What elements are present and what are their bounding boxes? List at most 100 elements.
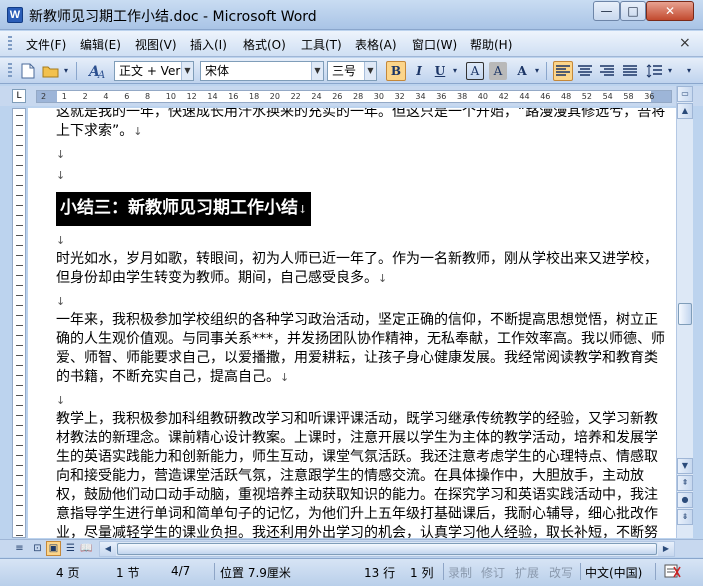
empty-paragraph[interactable]: ↓ [56, 292, 670, 311]
ruler-number: 36 [436, 92, 447, 101]
status-language[interactable]: 中文(中国) [585, 564, 642, 581]
tab-selector-icon[interactable]: L [12, 89, 26, 103]
menu-grip[interactable] [8, 36, 12, 52]
menu-table[interactable]: 表格(A) [355, 36, 397, 53]
chevron-down-icon[interactable]: ▼ [311, 62, 323, 80]
status-position[interactable]: 位置 7.9厘米 [220, 564, 291, 581]
empty-paragraph[interactable]: ↓ [56, 166, 670, 185]
paragraph-top[interactable]: 这就是我的一年，快速成长用汗水换来的充实的一年。但这只是一个开始，“路漫漫其修远… [56, 108, 670, 141]
chevron-down-icon[interactable]: ▼ [364, 62, 376, 80]
menu-file[interactable]: 文件(F) [26, 36, 66, 53]
paragraph-1[interactable]: 时光如水，岁月如歌，转眼间，初为人师已近一年了。作为一名新教师，刚从学校出来又进… [56, 250, 670, 288]
scroll-left-icon[interactable]: ◀ [100, 542, 116, 556]
toolbar-overflow-icon[interactable]: ▾ [61, 61, 71, 81]
heading-paragraph[interactable]: 小结三：新教师见习期工作小结↓ [56, 185, 670, 231]
ruler-number: 54 [602, 92, 613, 101]
minimize-button[interactable]: — [593, 1, 620, 21]
align-right-icon[interactable] [597, 61, 617, 81]
status-line[interactable]: 13 行 [364, 564, 395, 581]
scroll-right-icon[interactable]: ▶ [658, 542, 674, 556]
status-page-count[interactable]: 4/7 [171, 564, 190, 578]
font-size-combo[interactable]: 三号 ▼ [327, 61, 377, 81]
empty-paragraph[interactable]: ↓ [56, 231, 670, 250]
outline-view-icon[interactable]: ☰ [63, 541, 78, 556]
new-document-icon[interactable] [18, 61, 38, 81]
paragraph-2[interactable]: 一年来，我积极参加学校组织的各种学习政治活动，坚定正确的信仰，不断提高思想觉悟，… [56, 311, 670, 387]
line-spacing-dropdown-icon[interactable]: ▾ [665, 61, 675, 81]
vertical-ruler-tick [16, 195, 23, 196]
ruler-number: 2 [82, 92, 88, 101]
vertical-ruler-tick [16, 405, 23, 406]
vertical-ruler-tick [16, 445, 23, 446]
style-combo[interactable]: 正文 + Ver ▼ [114, 61, 194, 81]
status-trk[interactable]: 修订 [481, 564, 505, 581]
chevron-down-icon[interactable]: ▼ [181, 62, 193, 80]
open-folder-icon[interactable] [41, 61, 61, 81]
document-area[interactable]: 这就是我的一年，快速成长用汗水换来的充实的一年。但这只是一个开始，“路漫漫其修远… [28, 108, 676, 538]
toolbar-grip[interactable] [8, 63, 12, 79]
normal-view-icon[interactable]: ≡ [12, 541, 27, 556]
character-border-button[interactable]: A [466, 62, 484, 80]
ruler-bar[interactable]: 2 1 2 4 6 8 10 12 14 16 18 20 22 24 26 28 30 32 34 36 38 40 42… [36, 90, 672, 103]
web-view-icon[interactable]: ⊡ [30, 541, 45, 556]
status-ext[interactable]: 扩展 [515, 564, 539, 581]
vertical-ruler-tick [16, 285, 23, 286]
status-page[interactable]: 4 页 [56, 564, 79, 581]
status-rec[interactable]: 录制 [448, 564, 472, 581]
vertical-scrollbar[interactable]: ▭ ▲ ▼ ⇞ ● ⇟ [676, 86, 693, 538]
paragraph-3[interactable]: 教学上，我积极参加科组教研教改学习和听课评课活动，既学习继承传统教学的经验，又学… [56, 410, 670, 538]
empty-paragraph[interactable]: ↓ [56, 145, 670, 164]
text-effects-dropdown-icon[interactable]: ▾ [532, 61, 542, 81]
vertical-ruler-tick [16, 485, 23, 486]
document-close-icon[interactable]: × [679, 35, 691, 51]
menu-insert[interactable]: 插入(I) [190, 36, 227, 53]
ruler-toggle-icon[interactable]: ▭ [677, 86, 693, 102]
menu-format[interactable]: 格式(O) [243, 36, 286, 53]
justify-icon[interactable] [620, 61, 640, 81]
scroll-down-icon[interactable]: ▼ [677, 458, 693, 474]
toolbar-options-icon[interactable]: ▾ [683, 61, 695, 81]
status-column[interactable]: 1 列 [410, 564, 433, 581]
scroll-up-icon[interactable]: ▲ [677, 103, 693, 119]
vertical-ruler-tick [16, 395, 23, 396]
align-center-icon[interactable] [575, 61, 595, 81]
character-shading-button[interactable]: A [489, 62, 507, 80]
text-effects-icon[interactable]: A [512, 61, 532, 81]
bold-button[interactable]: B [386, 61, 406, 81]
horizontal-scroll-thumb[interactable] [117, 543, 657, 555]
horizontal-scrollbar[interactable]: ◀ ▶ [99, 541, 675, 557]
underline-dropdown-icon[interactable]: ▾ [450, 61, 460, 81]
menu-edit[interactable]: 编辑(E) [80, 36, 121, 53]
menu-window[interactable]: 窗口(W) [412, 36, 457, 53]
status-ovr[interactable]: 改写 [549, 564, 573, 581]
document-page[interactable]: 这就是我的一年，快速成长用汗水换来的充实的一年。但这只是一个开始，“路漫漫其修远… [56, 108, 670, 538]
print-layout-view-icon[interactable]: ▣ [46, 541, 61, 556]
menu-help[interactable]: 帮助(H) [470, 36, 512, 53]
styles-formatting-icon[interactable]: AA [87, 61, 108, 81]
vertical-ruler-tick [16, 365, 23, 366]
select-browse-object-icon[interactable]: ● [677, 492, 693, 508]
menu-view[interactable]: 视图(V) [135, 36, 177, 53]
ruler-number: 34 [415, 92, 426, 101]
maximize-button[interactable]: □ [620, 1, 646, 21]
status-section[interactable]: 1 节 [116, 564, 139, 581]
spelling-check-icon[interactable] [664, 563, 682, 582]
ruler-number: 30 [373, 92, 384, 101]
underline-button[interactable]: U [430, 61, 450, 81]
menu-tools[interactable]: 工具(T) [301, 36, 342, 53]
line-spacing-icon[interactable] [644, 61, 664, 81]
italic-button[interactable]: I [409, 61, 429, 81]
vertical-scroll-thumb[interactable] [678, 303, 692, 325]
close-button[interactable]: ✕ [646, 1, 694, 21]
previous-page-icon[interactable]: ⇞ [677, 475, 693, 491]
next-page-icon[interactable]: ⇟ [677, 509, 693, 525]
status-separator [214, 563, 215, 580]
reading-view-icon[interactable]: 📖 [79, 541, 94, 556]
font-combo[interactable]: 宋体 ▼ [200, 61, 324, 81]
word-app-icon[interactable]: W [7, 7, 23, 23]
status-separator [655, 563, 656, 580]
window-title: 新教师见习期工作小结.doc - Microsoft Word [29, 9, 317, 25]
align-left-button[interactable] [553, 61, 573, 81]
empty-paragraph[interactable]: ↓ [56, 391, 670, 410]
vertical-ruler-tick [16, 535, 23, 536]
